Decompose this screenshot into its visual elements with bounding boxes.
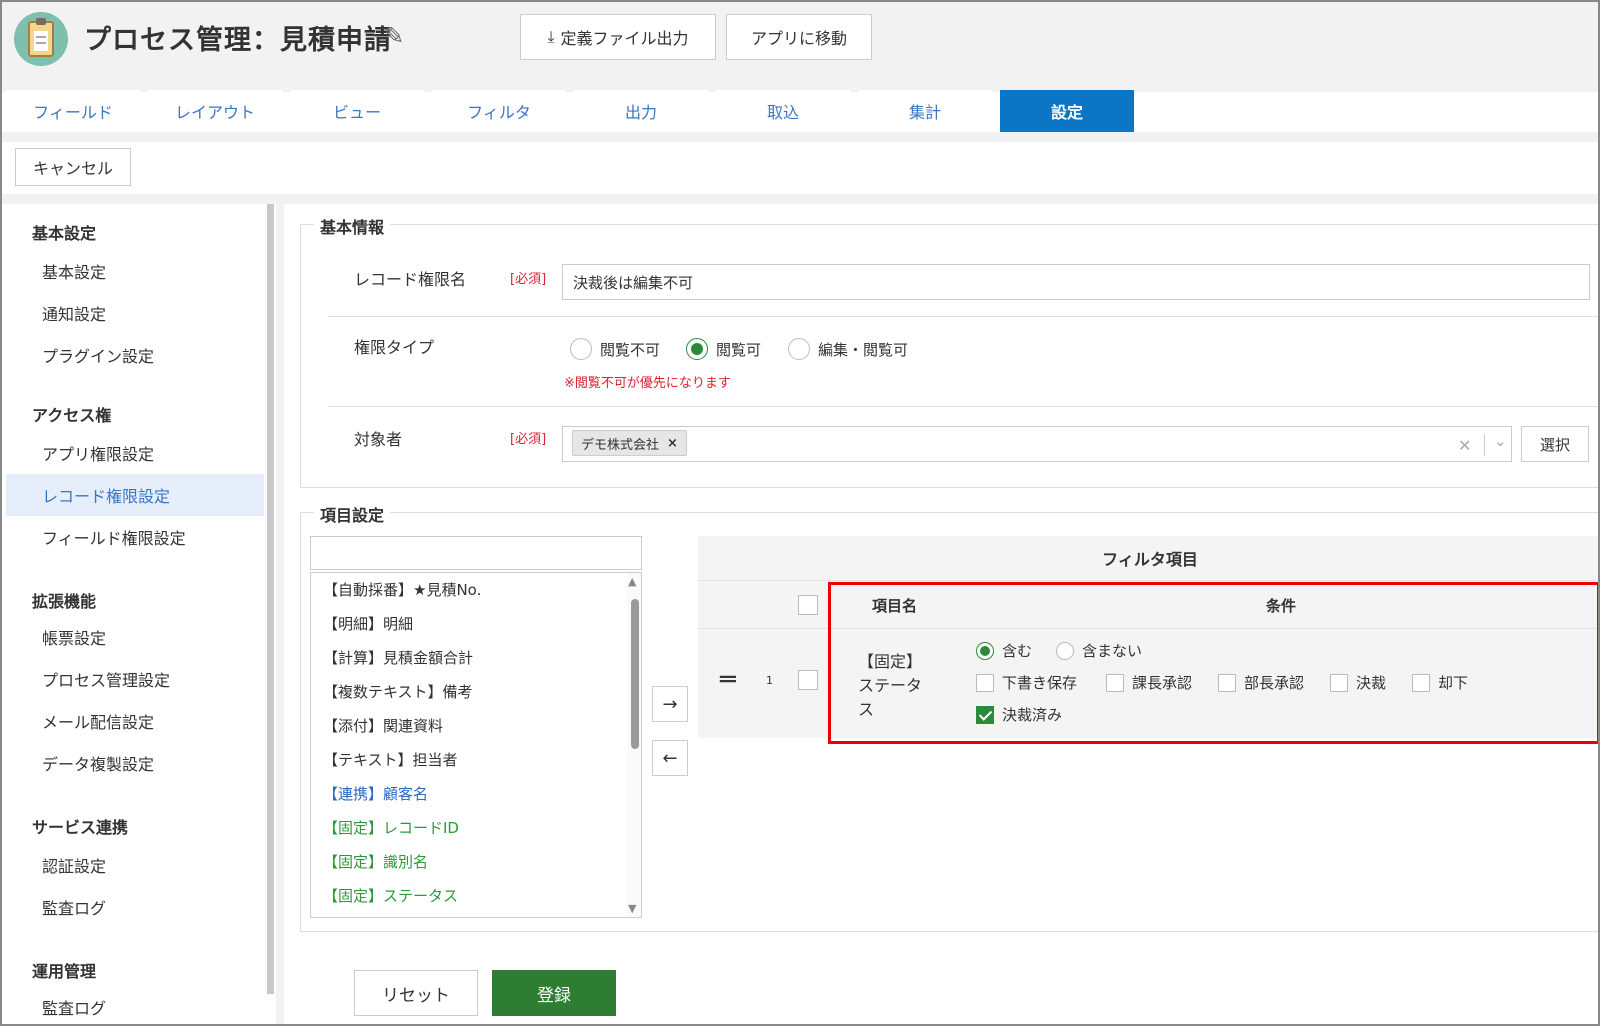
sidebar-item-record-permission[interactable]: レコード権限設定 bbox=[6, 474, 264, 516]
goto-app-button[interactable]: アプリに移動 bbox=[726, 14, 872, 60]
list-item[interactable]: 【固定】レコードID bbox=[323, 817, 459, 838]
scroll-up-icon[interactable]: ▲ bbox=[628, 575, 636, 588]
sidebar-item-field-permission[interactable]: フィールド権限設定 bbox=[6, 516, 264, 558]
radio-circle bbox=[788, 338, 810, 360]
permission-type-label: 権限タイプ bbox=[354, 338, 435, 357]
radio-view[interactable]: 閲覧可 bbox=[686, 338, 761, 360]
clipboard-app-icon bbox=[14, 12, 68, 66]
settings-sidebar: 基本設定 基本設定 通知設定 プラグイン設定 アクセス権 アプリ権限設定 レコー… bbox=[6, 204, 264, 1024]
export-definition-button[interactable]: ⤓ 定義ファイル出力 bbox=[520, 14, 716, 60]
sidebar-item-audit-log[interactable]: 監査ログ bbox=[6, 886, 264, 928]
required-badge: [必須] bbox=[510, 432, 547, 447]
sidebar-section-extensions: 拡張機能 bbox=[32, 592, 97, 611]
export-definition-label: 定義ファイル出力 bbox=[560, 29, 689, 48]
divider bbox=[328, 406, 1598, 407]
field-search-input[interactable] bbox=[310, 536, 642, 570]
row-checkbox[interactable] bbox=[798, 670, 818, 690]
chevron-down-icon[interactable]: ⌄ bbox=[1494, 432, 1507, 450]
download-icon: ⤓ bbox=[547, 27, 555, 46]
sidebar-divider bbox=[276, 204, 284, 1024]
radio-edit-view[interactable]: 編集・閲覧可 bbox=[788, 338, 908, 360]
list-item[interactable]: 【添付】関連資料 bbox=[323, 715, 443, 736]
remove-from-filter-button[interactable]: ← bbox=[652, 740, 688, 776]
list-item[interactable]: 【固定】識別名 bbox=[323, 851, 428, 872]
radio-no-view[interactable]: 閲覧不可 bbox=[570, 338, 660, 360]
list-item[interactable]: 【自動採番】★見積No. bbox=[323, 579, 481, 600]
sidebar-item-mail-delivery[interactable]: メール配信設定 bbox=[6, 700, 264, 742]
select-all-checkbox[interactable] bbox=[798, 595, 818, 615]
cancel-button[interactable]: キャンセル bbox=[15, 148, 131, 186]
radio-label: 編集・閲覧可 bbox=[818, 340, 909, 359]
list-item[interactable]: 【連携】顧客名 bbox=[323, 783, 428, 804]
select-button[interactable]: 選択 bbox=[1521, 426, 1589, 462]
sidebar-item-app-permission[interactable]: アプリ権限設定 bbox=[6, 432, 264, 474]
radio-label: 閲覧可 bbox=[716, 340, 762, 359]
target-chip: デモ株式会社 × bbox=[572, 430, 687, 456]
register-button[interactable]: 登録 bbox=[492, 970, 616, 1016]
item-settings-legend: 項目設定 bbox=[314, 502, 391, 526]
add-to-filter-button[interactable]: → bbox=[652, 686, 688, 722]
radio-label: 閲覧不可 bbox=[600, 340, 661, 359]
reset-button[interactable]: リセット bbox=[354, 970, 478, 1016]
list-item[interactable]: 【計算】見積金額合計 bbox=[323, 647, 473, 668]
list-item[interactable]: 【複数テキスト】備考 bbox=[323, 681, 473, 702]
target-label: 対象者 bbox=[354, 430, 403, 449]
permission-note: ※閲覧不可が優先になります bbox=[564, 376, 731, 391]
sidebar-item-forms[interactable]: 帳票設定 bbox=[6, 616, 264, 658]
row-number: 1 bbox=[766, 674, 773, 687]
sidebar-section-service: サービス連携 bbox=[32, 818, 129, 837]
record-permission-name-input[interactable]: 決裁後は編集不可 bbox=[562, 264, 1590, 300]
app-window: プロセス管理：見積申請 ✎ ⤓ 定義ファイル出力 アプリに移動 フィールド レイ… bbox=[0, 0, 1600, 1026]
sidebar-section-operation: 運用管理 bbox=[32, 962, 97, 981]
tab-settings[interactable]: 設定 bbox=[1000, 90, 1134, 132]
list-item[interactable]: 【テキスト】担当者 bbox=[323, 749, 458, 770]
sidebar-scrollbar[interactable] bbox=[267, 204, 274, 994]
chip-remove-icon[interactable]: × bbox=[667, 436, 678, 451]
highlight-box bbox=[828, 582, 1598, 744]
tab-field[interactable]: フィールド bbox=[6, 90, 140, 132]
clear-icon[interactable]: ✕ bbox=[1458, 436, 1471, 455]
tab-divider bbox=[2, 132, 1598, 142]
field-list[interactable]: 【自動採番】★見積No. 【明細】明細 【計算】見積金額合計 【複数テキスト】備… bbox=[310, 572, 642, 918]
filter-table-header: フィルタ項目 bbox=[698, 536, 1598, 580]
list-scrollbar[interactable]: ▲ ▼ bbox=[627, 573, 641, 917]
tab-filter[interactable]: フィルタ bbox=[432, 90, 566, 132]
divider bbox=[328, 316, 1598, 317]
tab-layout[interactable]: レイアウト bbox=[148, 90, 282, 132]
drag-handle-icon[interactable]: ═ bbox=[720, 667, 736, 693]
edit-pencil-icon[interactable]: ✎ bbox=[384, 22, 404, 50]
target-select[interactable] bbox=[562, 426, 1512, 462]
tab-output[interactable]: 出力 bbox=[574, 90, 708, 132]
arrow-right-icon: → bbox=[662, 693, 678, 715]
page-title: プロセス管理：見積申請 bbox=[84, 25, 392, 56]
target-chip-label: デモ株式会社 bbox=[581, 437, 660, 453]
tab-import[interactable]: 取込 bbox=[716, 90, 850, 132]
app-header: プロセス管理：見積申請 ✎ ⤓ 定義ファイル出力 アプリに移動 bbox=[2, 2, 1598, 92]
arrow-left-icon: ← bbox=[662, 747, 678, 769]
record-permission-name-label: レコード権限名 bbox=[354, 270, 467, 289]
sidebar-item-process-management[interactable]: プロセス管理設定 bbox=[6, 658, 264, 700]
tab-view[interactable]: ビュー bbox=[290, 90, 424, 132]
settings-tabs: フィールド レイアウト ビュー フィルタ 出力 取込 集計 設定 bbox=[6, 90, 1134, 132]
sidebar-item-plugin[interactable]: プラグイン設定 bbox=[6, 334, 264, 376]
sidebar-item-audit-log-2[interactable]: 監査ログ bbox=[6, 986, 264, 1024]
select-separator bbox=[1484, 434, 1485, 456]
radio-circle bbox=[570, 338, 592, 360]
sidebar-item-notification[interactable]: 通知設定 bbox=[6, 292, 264, 334]
sidebar-section-access: アクセス権 bbox=[32, 406, 112, 425]
basic-info-legend: 基本情報 bbox=[314, 214, 391, 238]
sidebar-item-auth[interactable]: 認証設定 bbox=[6, 844, 264, 886]
list-item[interactable]: 【固定】ステータス bbox=[323, 885, 458, 906]
tab-aggregate[interactable]: 集計 bbox=[858, 90, 992, 132]
action-divider bbox=[2, 194, 1598, 204]
list-scroll-thumb[interactable] bbox=[631, 599, 639, 749]
scroll-down-icon[interactable]: ▼ bbox=[628, 902, 636, 915]
radio-circle bbox=[686, 338, 708, 360]
sidebar-item-basic-settings[interactable]: 基本設定 bbox=[6, 250, 264, 292]
list-item[interactable]: 【明細】明細 bbox=[323, 613, 413, 634]
required-badge: [必須] bbox=[510, 272, 547, 287]
sidebar-section-basic: 基本設定 bbox=[32, 224, 97, 243]
sidebar-item-data-copy[interactable]: データ複製設定 bbox=[6, 742, 264, 784]
